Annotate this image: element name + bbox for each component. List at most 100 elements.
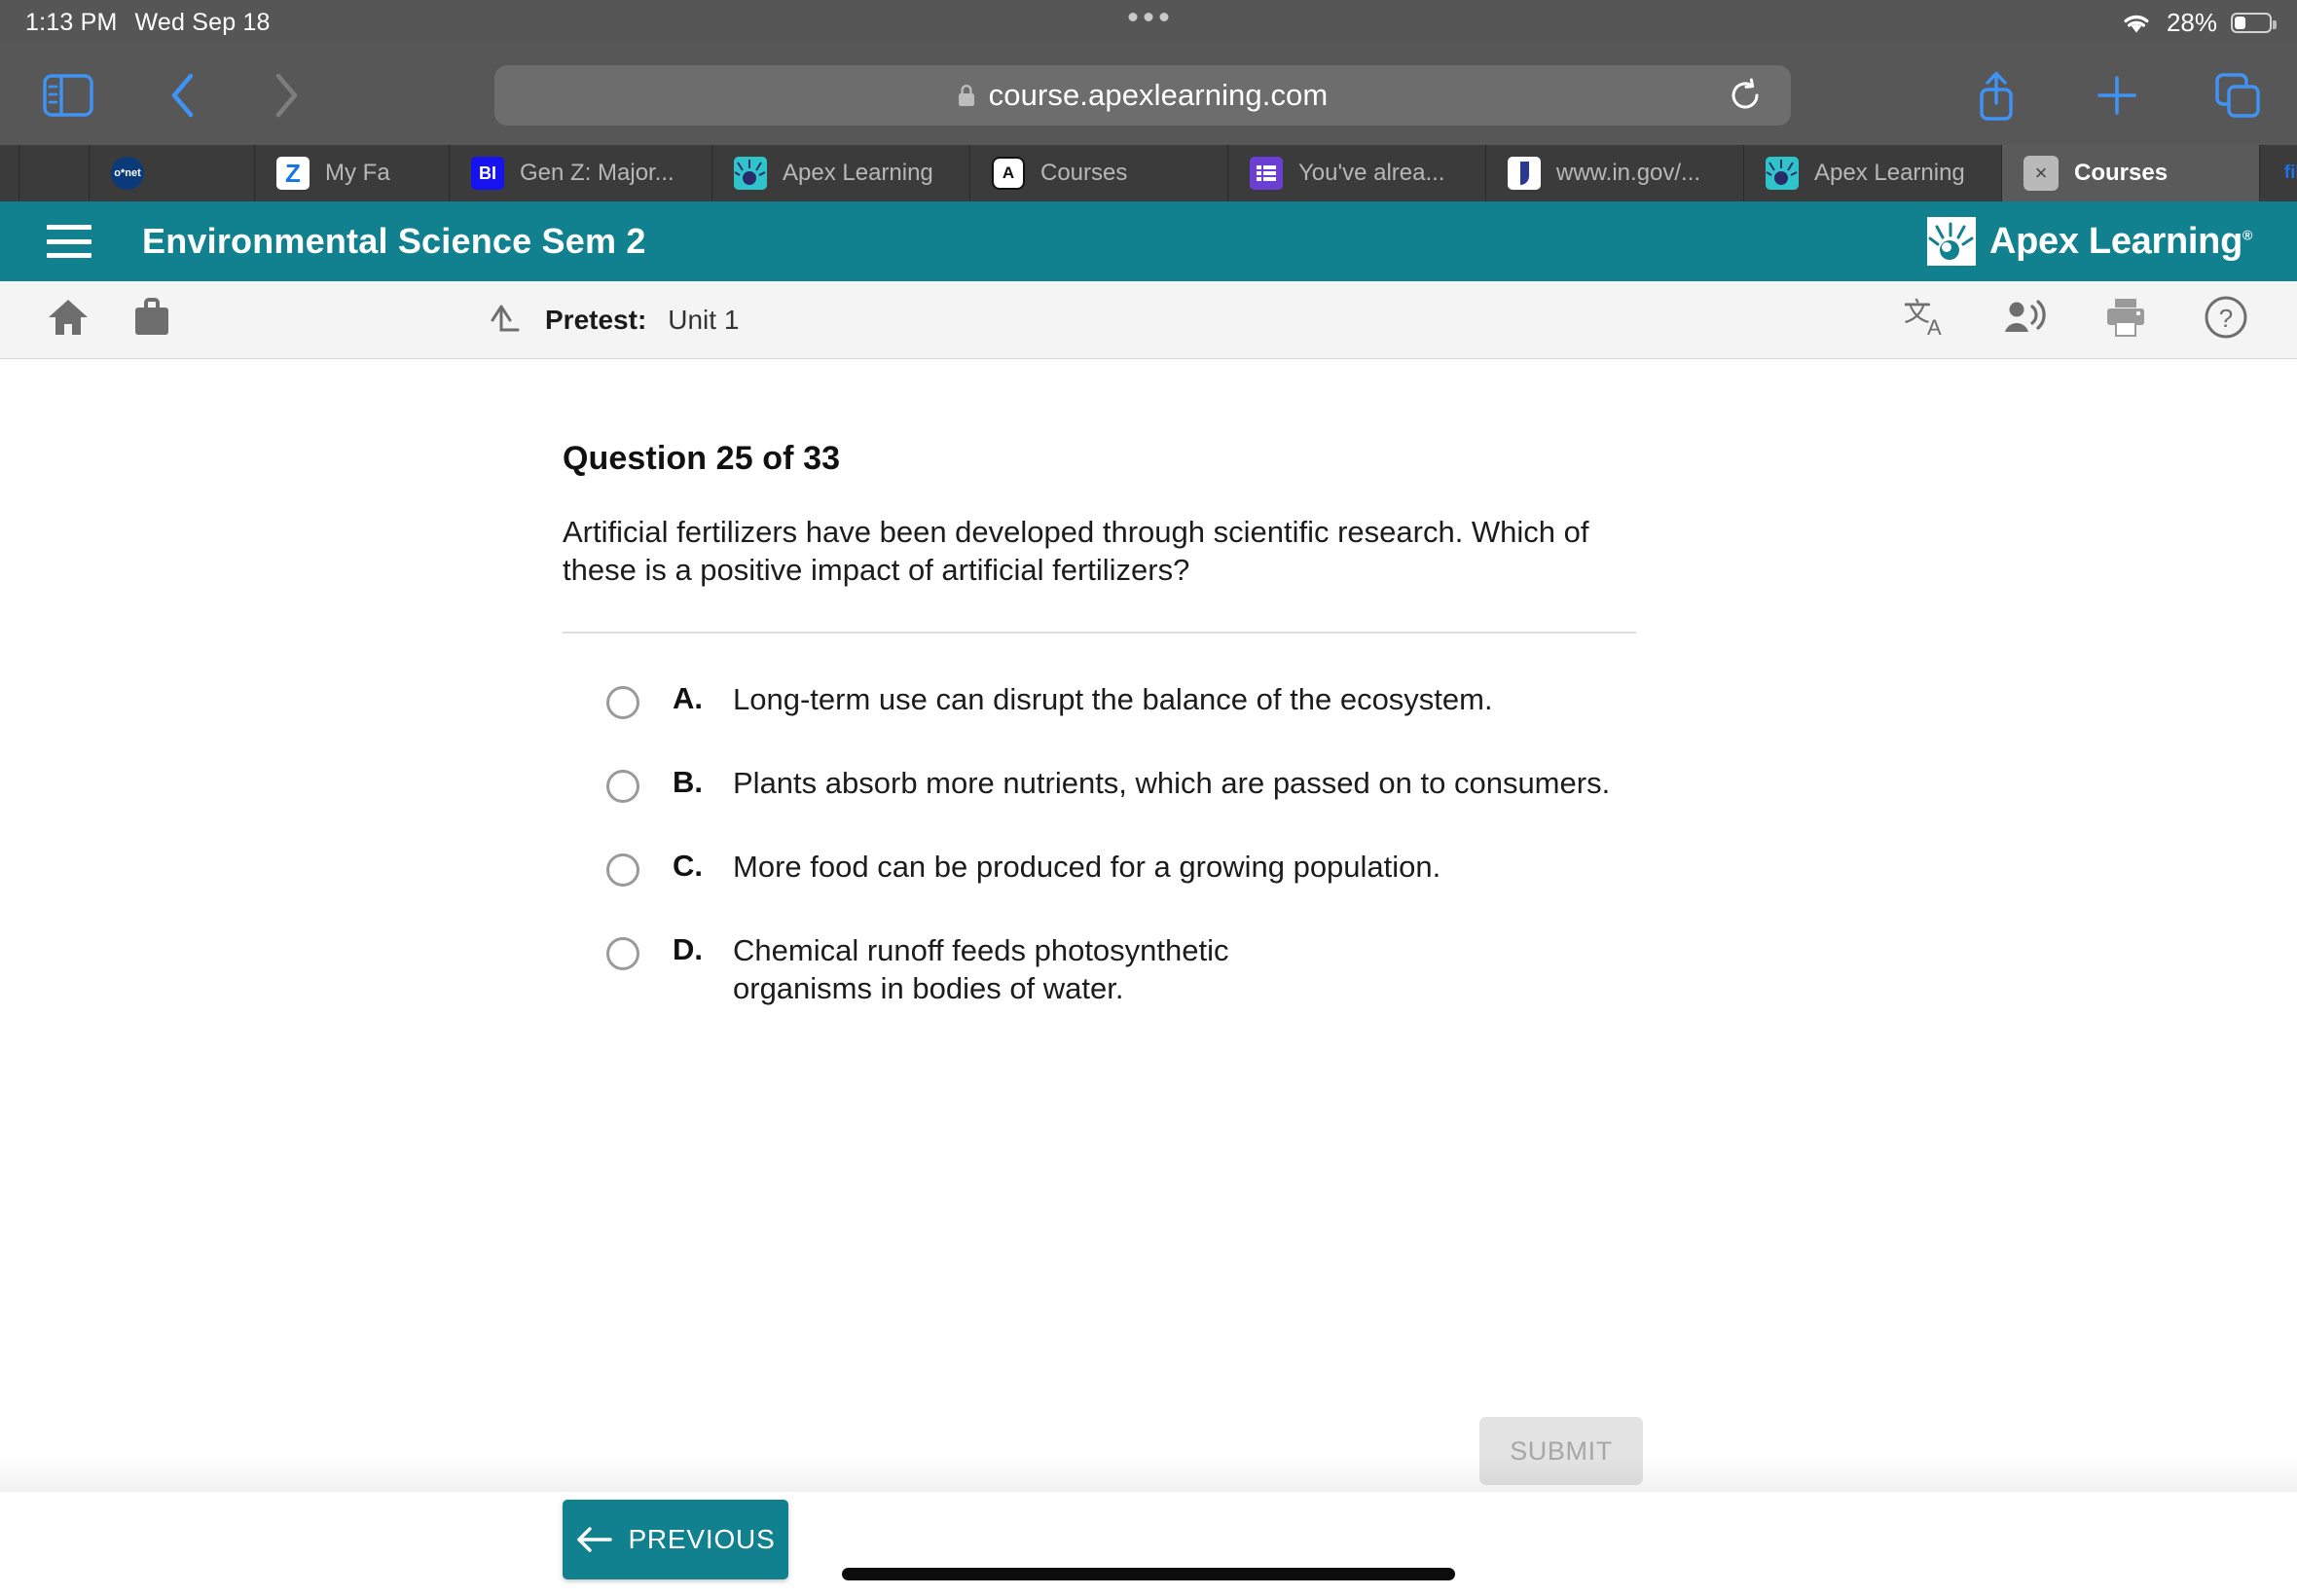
choice-letter: B.	[673, 765, 703, 800]
status-bar-right: 28%	[2120, 7, 2277, 38]
help-icon[interactable]: ?	[2204, 295, 2248, 345]
footer-shadow	[0, 1457, 2297, 1492]
back-chevron-icon[interactable]	[154, 64, 212, 127]
safari-tab-strip: o*net Z My Fa BI Gen Z: Major... Apex Le…	[0, 145, 2297, 201]
tab-strip-edge	[19, 145, 90, 201]
choice-text: Long-term use can disrupt the balance of…	[733, 682, 1493, 717]
question-block: Question 25 of 33 Artificial fertilizers…	[563, 440, 1643, 1052]
answer-choice-d[interactable]: D. Chemical runoff feeds photosynthetic …	[606, 931, 1643, 1007]
home-icon[interactable]	[47, 297, 90, 343]
radio-button-d[interactable]	[606, 937, 639, 971]
choice-text: Chemical runoff feeds photosynthetic org…	[733, 933, 1229, 1006]
status-bar-date: Wed Sep 18	[134, 8, 271, 36]
apex-learning-icon	[1766, 157, 1799, 190]
sidebar-icon[interactable]	[37, 64, 99, 127]
radio-button-a[interactable]	[606, 686, 639, 720]
apex-course-header: Environmental Science Sem 2 Apex Learnin…	[0, 201, 2297, 281]
choice-text: Plants absorb more nutrients, which are …	[733, 766, 1611, 801]
browser-tab[interactable]: You've alrea...	[1228, 145, 1486, 201]
browser-tab-active[interactable]: × Courses	[2002, 145, 2260, 201]
lock-icon	[958, 84, 974, 106]
radio-button-c[interactable]	[606, 853, 639, 888]
tab-label: Courses	[2074, 160, 2169, 186]
breadcrumb-label: Pretest:	[545, 304, 647, 335]
tab-strip-edge	[0, 145, 19, 201]
ios-status-bar: 1:13 PM Wed Sep 18 28%	[0, 0, 2297, 45]
filo-icon: filo	[2283, 163, 2297, 183]
apex-learning-icon	[734, 157, 767, 190]
tab-label: Gen Z: Major...	[520, 160, 675, 186]
apex-learning-logo: Apex Learning®	[1926, 217, 2252, 266]
tab-label: Apex Learning	[1814, 160, 1965, 186]
forward-chevron-icon	[257, 64, 315, 127]
safari-toolbar: AA course.apexlearning.com	[0, 45, 2297, 145]
tab-label: Apex Learning	[783, 160, 933, 186]
translate-icon[interactable]: 文 A	[1904, 296, 1949, 344]
apex-a-icon: A	[992, 157, 1025, 190]
choice-letter: C.	[673, 849, 703, 884]
browser-tab[interactable]: A Courses	[970, 145, 1228, 201]
plus-icon[interactable]	[2091, 67, 2143, 124]
status-bar-left: 1:13 PM Wed Sep 18	[25, 9, 271, 37]
svg-text:A: A	[1927, 315, 1942, 339]
apex-sunburst-icon	[1926, 217, 1976, 266]
browser-tab[interactable]: Apex Learning	[1744, 145, 2002, 201]
ipad-safari-screen: 1:13 PM Wed Sep 18 28% course.apexlearni…	[0, 0, 2297, 1596]
choice-text: More food can be produced for a growing …	[733, 850, 1441, 885]
status-bar-time: 1:13 PM	[25, 8, 118, 36]
battery-percent-label: 28%	[2166, 7, 2217, 37]
read-aloud-icon[interactable]	[2003, 297, 2050, 343]
safari-toolbar-right	[1970, 67, 2264, 124]
battery-icon	[2231, 12, 2277, 33]
answer-choice-list: A. Long-term use can disrupt the balance…	[606, 680, 1643, 1007]
wifi-icon	[2124, 15, 2149, 33]
question-prompt: Artificial fertilizers have been develop…	[563, 515, 1589, 588]
browser-tab[interactable]: BI Gen Z: Major...	[450, 145, 712, 201]
tab-label: Courses	[1040, 160, 1128, 186]
svg-text:文: 文	[1904, 298, 1930, 327]
svg-text:?: ?	[2219, 304, 2233, 333]
home-indicator[interactable]	[842, 1568, 1455, 1580]
print-icon[interactable]	[2104, 297, 2149, 343]
question-heading: Question 25 of 33	[563, 440, 841, 477]
browser-tab[interactable]: Z My Fa	[255, 145, 450, 201]
arrow-left-icon	[577, 1527, 613, 1552]
apex-sub-toolbar: Pretest: Unit 1 文 A ?	[0, 281, 2297, 359]
zillow-icon: Z	[276, 157, 310, 190]
browser-tab[interactable]: www.in.gov/...	[1486, 145, 1744, 201]
multitasking-dots-icon[interactable]	[1128, 13, 1169, 21]
answer-choice-c[interactable]: C. More food can be produced for a growi…	[606, 848, 1643, 888]
indiana-gov-icon	[1508, 157, 1541, 190]
quiz-content-area: Question 25 of 33 Artificial fertilizers…	[0, 360, 2297, 1492]
choice-letter: A.	[673, 681, 703, 716]
tab-label: www.in.gov/...	[1556, 160, 1701, 186]
radio-button-b[interactable]	[606, 770, 639, 804]
choice-letter: D.	[673, 932, 703, 967]
browser-tab[interactable]: filo Filo Student:...	[2260, 145, 2297, 201]
address-bar-url: course.apexlearning.com	[988, 77, 1329, 112]
briefcase-icon[interactable]	[132, 297, 171, 343]
tabs-overview-icon[interactable]	[2211, 67, 2264, 124]
tab-label: My Fa	[325, 160, 390, 186]
page-title: Environmental Science Sem 2	[142, 221, 646, 261]
breadcrumb-value: Unit 1	[668, 304, 740, 335]
hamburger-menu-icon[interactable]	[47, 225, 91, 258]
address-bar[interactable]: course.apexlearning.com	[494, 64, 1791, 126]
answer-choice-a[interactable]: A. Long-term use can disrupt the balance…	[606, 680, 1643, 720]
list-icon	[1250, 157, 1283, 190]
divider	[563, 632, 1636, 635]
answer-choice-b[interactable]: B. Plants absorb more nutrients, which a…	[606, 764, 1643, 804]
reload-icon[interactable]	[1729, 78, 1762, 113]
sub-toolbar-right: 文 A ?	[1904, 295, 2248, 345]
close-icon[interactable]: ×	[2024, 156, 2059, 191]
up-arrow-icon[interactable]	[487, 297, 524, 343]
browser-tab[interactable]: Apex Learning	[712, 145, 970, 201]
previous-button-label: PREVIOUS	[628, 1524, 776, 1554]
previous-button[interactable]: PREVIOUS	[563, 1500, 788, 1579]
share-icon[interactable]	[1970, 67, 2023, 124]
business-insider-icon: BI	[471, 157, 504, 190]
tab-label: You've alrea...	[1298, 160, 1445, 186]
breadcrumb: Pretest: Unit 1	[487, 297, 739, 343]
browser-tab[interactable]: o*net	[90, 145, 255, 201]
onet-icon: o*net	[111, 157, 144, 190]
